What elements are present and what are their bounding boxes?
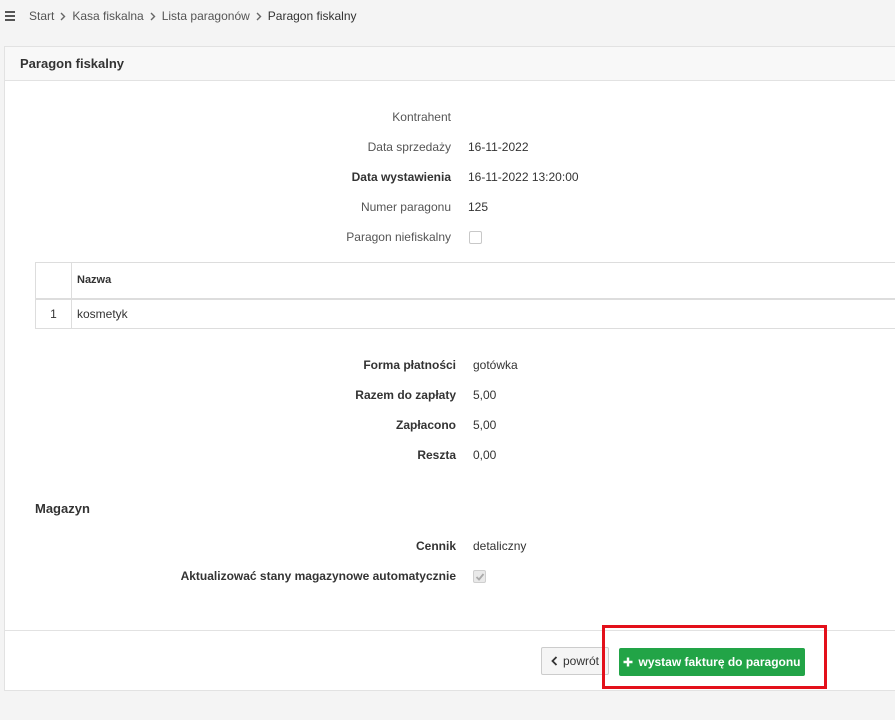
breadcrumb: Start Kasa fiskalna Lista paragonów Para…: [0, 0, 895, 32]
numer-paragonu-label: Numer paragonu: [360, 200, 451, 214]
breadcrumb-start[interactable]: Start: [29, 9, 54, 23]
table-cell-num: 1: [35, 298, 72, 329]
paragon-niefiskalny-checkbox[interactable]: [469, 231, 482, 244]
table-header-row: Nazwa: [35, 262, 895, 299]
cennik-label: Cennik: [415, 539, 456, 553]
zaplacono-value: 5,00: [473, 418, 497, 432]
forma-platnosci-value: gotówka: [473, 358, 518, 372]
magazyn-section-title: Magazyn: [35, 501, 90, 516]
breadcrumb-kasa-fiskalna[interactable]: Kasa fiskalna: [72, 9, 143, 23]
issue-invoice-button-label: wystaw fakturę do paragonu: [638, 655, 801, 669]
aktualizowac-stany-label: Aktualizować stany magazynowe automatycz…: [180, 569, 456, 583]
chevron-right-icon: [256, 12, 262, 21]
data-wystawienia-label: Data wystawienia: [351, 170, 451, 184]
numer-paragonu-value: 125: [468, 200, 489, 214]
cennik-value: detaliczny: [473, 539, 527, 553]
razem-do-zaplaty-value: 5,00: [473, 388, 497, 402]
back-button-label: powrót: [562, 654, 600, 668]
data-sprzedazy-label: Data sprzedaży: [367, 140, 451, 154]
chevron-left-icon: [551, 656, 558, 666]
panel-title: Paragon fiskalny: [5, 47, 895, 81]
back-button[interactable]: powrót: [541, 647, 609, 675]
footer-divider: [5, 630, 895, 631]
table-cell-nazwa: kosmetyk: [71, 298, 895, 329]
items-table: Nazwa 1 kosmetyk: [35, 262, 895, 329]
table-header-num: [35, 262, 72, 299]
forma-platnosci-label: Forma płatności: [363, 358, 456, 372]
table-row: 1 kosmetyk: [35, 298, 895, 329]
plus-icon: [623, 657, 633, 667]
razem-do-zaplaty-label: Razem do zapłaty: [355, 388, 456, 402]
reszta-value: 0,00: [473, 448, 497, 462]
zaplacono-label: Zapłacono: [395, 418, 456, 432]
kontrahent-label: Kontrahent: [392, 110, 451, 124]
chevron-right-icon: [60, 12, 66, 21]
receipt-panel: Paragon fiskalny Kontrahent Data sprzeda…: [4, 46, 895, 691]
hamburger-menu-icon[interactable]: [5, 11, 19, 21]
aktualizowac-stany-checkbox[interactable]: [473, 570, 486, 583]
table-header-nazwa: Nazwa: [71, 262, 895, 299]
issue-invoice-button[interactable]: wystaw fakturę do paragonu: [619, 648, 805, 676]
paragon-niefiskalny-label: Paragon niefiskalny: [346, 230, 451, 244]
breadcrumb-lista-paragonow[interactable]: Lista paragonów: [162, 9, 250, 23]
checkmark-icon: [475, 573, 485, 581]
breadcrumb-paragon-fiskalny: Paragon fiskalny: [267, 9, 357, 23]
data-wystawienia-value: 16-11-2022 13:20:00: [468, 170, 579, 184]
chevron-right-icon: [150, 12, 156, 21]
data-sprzedazy-value: 16-11-2022: [468, 140, 529, 154]
reszta-label: Reszta: [417, 448, 456, 462]
